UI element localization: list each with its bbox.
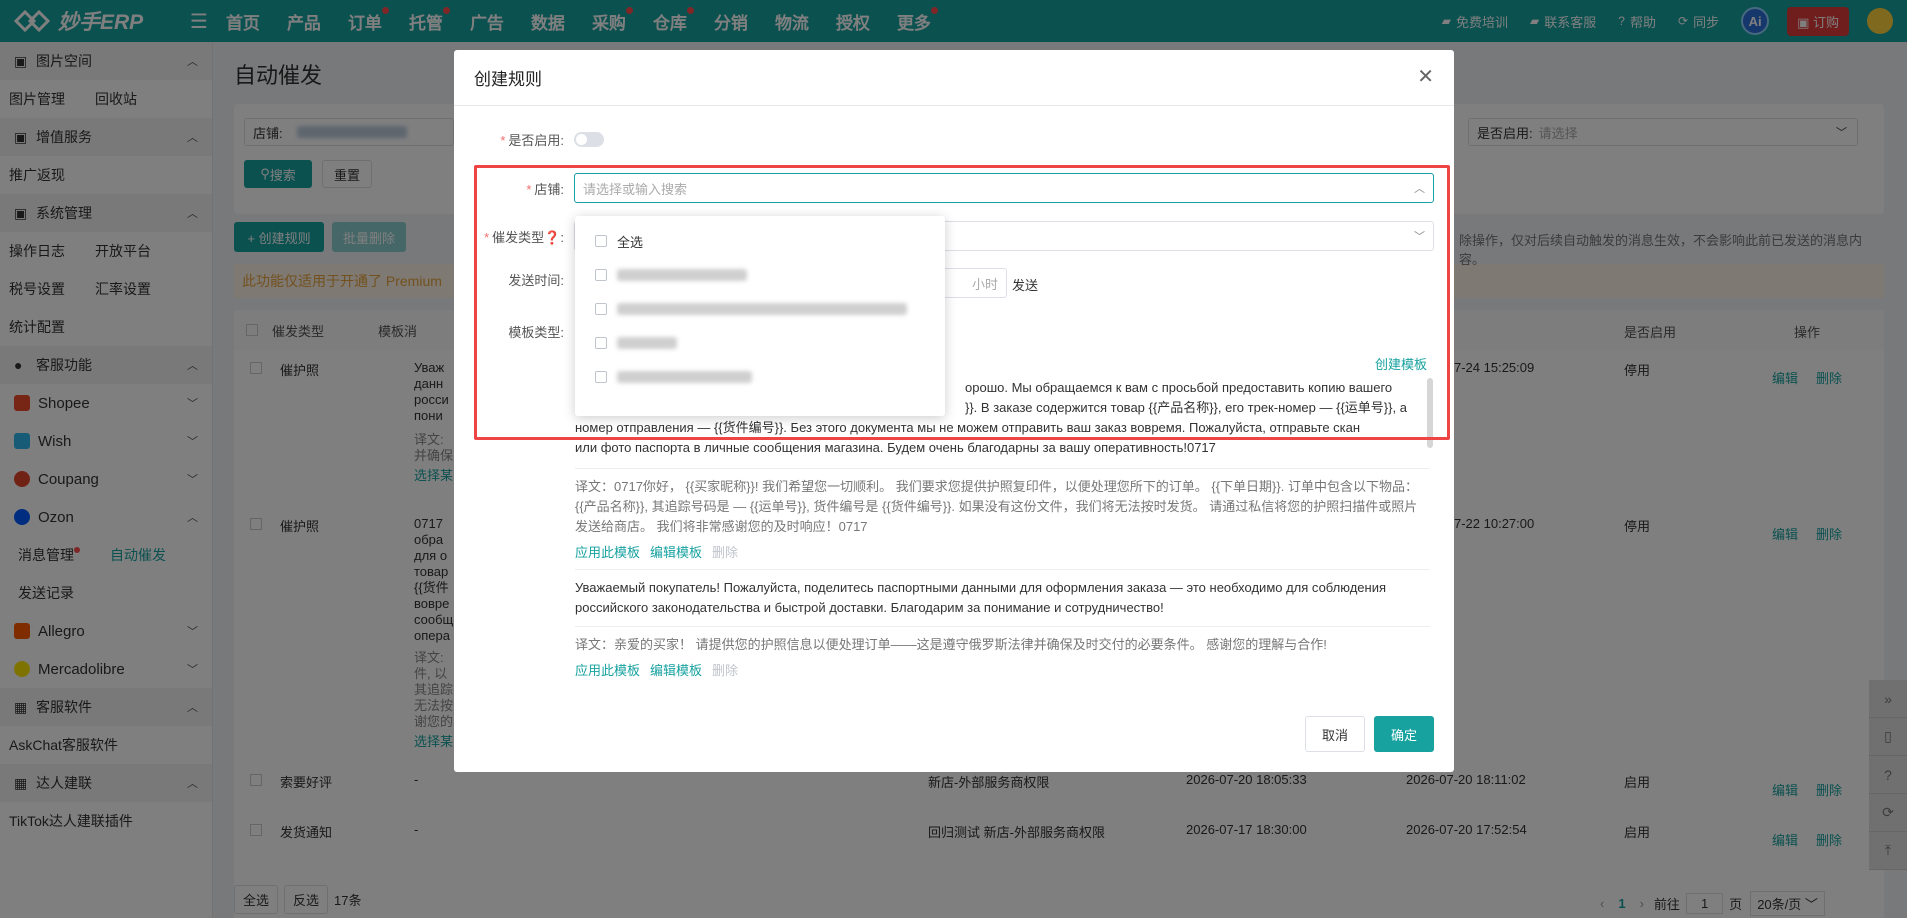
store-label: * 店铺: (464, 179, 574, 198)
dialog-title: 创建规则 (474, 70, 542, 89)
send-suffix: 发送 (1012, 278, 1039, 293)
required-mark: * (484, 229, 490, 245)
required-mark: * (500, 133, 506, 148)
dropdown-item-store[interactable] (575, 292, 945, 326)
dropdown-item-store[interactable] (575, 258, 945, 292)
template-scrollbar[interactable] (1427, 378, 1433, 448)
type-label: * 催发类型❓: (464, 227, 574, 246)
store-dropdown: 全选 (575, 216, 945, 416)
label-text: 是否启用: (508, 133, 564, 148)
apply-template-link[interactable]: 应用此模板 (575, 545, 640, 560)
delete-template-link[interactable]: 删除 (712, 545, 738, 560)
chevron-up-icon: ︿ (1414, 183, 1425, 195)
label-text: 店铺: (534, 181, 564, 197)
enabled-label: * 是否启用: (464, 130, 574, 149)
checkbox[interactable] (595, 269, 607, 281)
template-type-label: 模板类型: (508, 325, 564, 340)
edit-template-link[interactable]: 编辑模板 (650, 545, 702, 560)
dropdown-item-store[interactable] (575, 326, 945, 360)
redacted-store-name (617, 303, 907, 315)
required-mark: * (526, 181, 532, 197)
form-row-template-type: 模板类型: (464, 322, 574, 341)
apply-template-link[interactable]: 应用此模板 (575, 663, 640, 678)
checkbox[interactable] (595, 371, 607, 383)
template-actions: 应用此模板 编辑模板 删除 (575, 543, 1430, 563)
dropdown-all-label: 全选 (617, 234, 644, 250)
dialog-header: 创建规则 (454, 50, 1454, 106)
redacted-store-name (617, 337, 677, 349)
hours-unit: 小时 (971, 276, 998, 292)
dropdown-spacer (575, 216, 945, 224)
template-translation: 译文：亲爱的买家！ 请提供您的护照信息以便处理订单——这是遵守俄罗斯法律并确保及… (575, 626, 1430, 655)
store-select[interactable]: 请选择或输入搜索 ︿ (574, 173, 1434, 203)
edit-template-link[interactable]: 编辑模板 (650, 663, 702, 678)
form-row-send-time: 发送时间: (464, 270, 574, 289)
redacted-store-name (617, 371, 752, 383)
label-text: 催发类型 (492, 229, 545, 245)
template-text: Уважаемый покупатель! Пожалуйста, подели… (575, 569, 1430, 618)
close-icon[interactable]: ✕ (1417, 64, 1434, 89)
template-actions: 应用此模板 编辑模板 删除 (575, 661, 1430, 681)
redacted-store-name (617, 269, 747, 281)
hours-input[interactable]: 小时 (935, 268, 1007, 298)
dropdown-item-all[interactable]: 全选 (575, 224, 945, 258)
cancel-button[interactable]: 取消 (1305, 716, 1365, 752)
enabled-toggle[interactable] (574, 132, 604, 147)
template-text: номер отправления — {{货件编号}}. Без этого … (575, 420, 1361, 435)
store-placeholder: 请选择或输入搜索 (583, 181, 688, 197)
template-translation: 译文：0717你好， {{买家昵称}}! 我们希望您一切顺利。 我们要求您提供护… (575, 468, 1430, 537)
help-icon[interactable]: ❓: (544, 230, 564, 245)
form-row-store: * 店铺: 请选择或输入搜索 ︿ (464, 173, 1434, 203)
send-time-label: 发送时间: (508, 273, 564, 288)
template-text: или фото паспорта в личные сообщения маг… (575, 440, 1216, 455)
confirm-button[interactable]: 确定 (1374, 716, 1434, 752)
delete-template-link[interactable]: 删除 (712, 663, 738, 678)
form-row-enabled: * 是否启用: (464, 130, 604, 149)
dropdown-item-store[interactable] (575, 360, 945, 394)
chevron-down-icon: ﹀ (1414, 231, 1425, 243)
checkbox[interactable] (595, 303, 607, 315)
create-template-link[interactable]: 创建模板 (1375, 354, 1427, 373)
checkbox[interactable] (595, 337, 607, 349)
template-item: орошо. Мы обращаемся к вам с просьбой пр… (575, 378, 1430, 681)
checkbox[interactable] (595, 235, 607, 247)
